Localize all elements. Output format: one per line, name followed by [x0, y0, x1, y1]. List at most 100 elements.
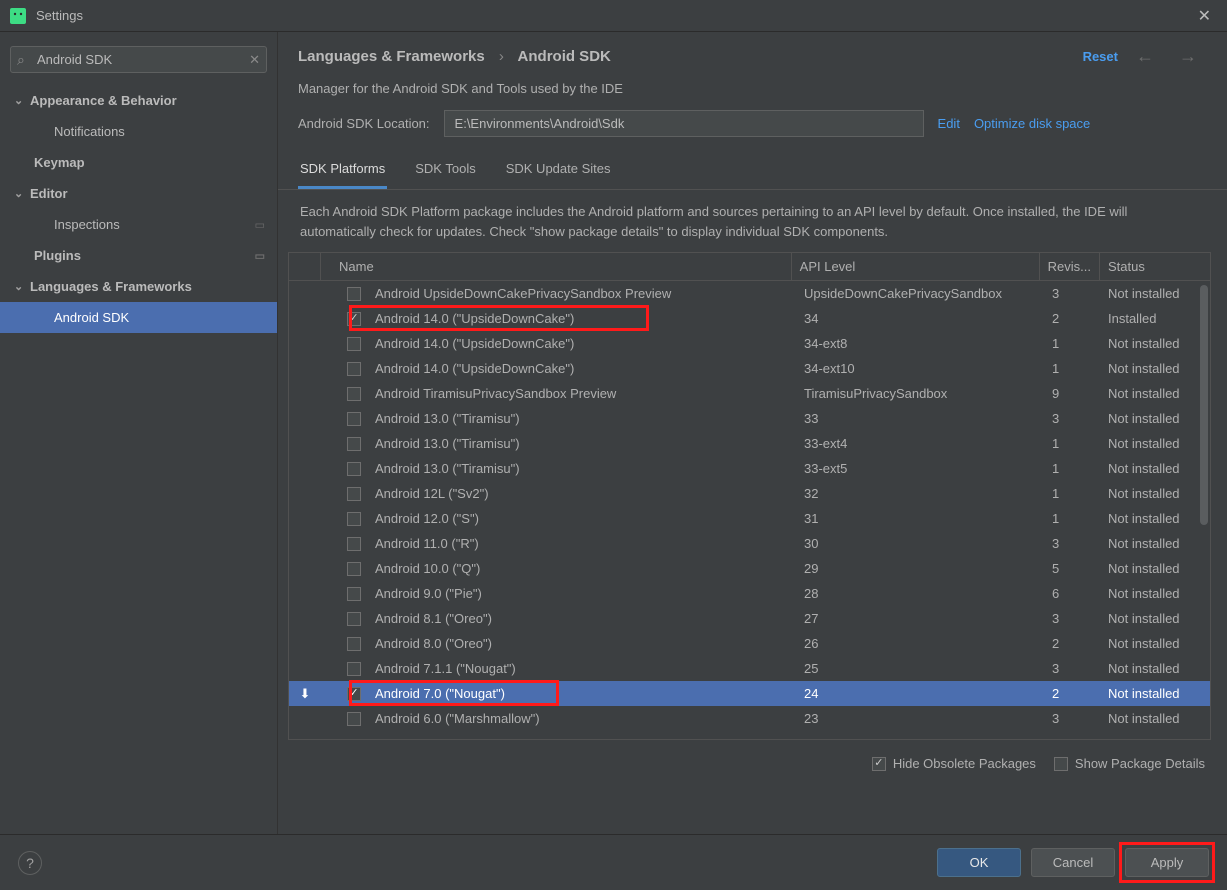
col-status-header[interactable]: Status [1100, 253, 1210, 280]
table-row[interactable]: Android 14.0 ("UpsideDownCake")342Instal… [289, 306, 1210, 331]
row-checkbox[interactable] [347, 687, 361, 701]
row-checkbox[interactable] [347, 712, 361, 726]
nav-arrows[interactable]: ← → [1136, 46, 1207, 67]
row-name: Android 12.0 ("S") [367, 505, 796, 532]
table-row[interactable]: Android 14.0 ("UpsideDownCake")34-ext101… [289, 356, 1210, 381]
table-row[interactable]: Android 12L ("Sv2")321Not installed [289, 481, 1210, 506]
row-checkbox[interactable] [347, 362, 361, 376]
row-rev: 5 [1044, 555, 1100, 582]
ok-button[interactable]: OK [937, 848, 1021, 877]
row-api: 33 [796, 405, 1044, 432]
table-row[interactable]: Android TiramisuPrivacySandbox PreviewTi… [289, 381, 1210, 406]
table-body[interactable]: Android UpsideDownCakePrivacySandbox Pre… [289, 281, 1210, 739]
row-checkbox[interactable] [347, 437, 361, 451]
optimize-link[interactable]: Optimize disk space [974, 116, 1090, 131]
download-icon [289, 338, 321, 350]
row-checkbox[interactable] [347, 662, 361, 676]
row-status: Not installed [1100, 655, 1210, 682]
table-row[interactable]: Android 6.0 ("Marshmallow")233Not instal… [289, 706, 1210, 731]
sidebar-item-2[interactable]: Keymap [0, 147, 277, 178]
edit-location-link[interactable]: Edit [938, 116, 960, 131]
sidebar-item-7[interactable]: Android SDK [0, 302, 277, 333]
table-row[interactable]: Android 12.0 ("S")311Not installed [289, 506, 1210, 531]
row-name: Android 11.0 ("R") [367, 530, 796, 557]
row-api: 29 [796, 555, 1044, 582]
checkbox-icon [1054, 757, 1068, 771]
sidebar-item-4[interactable]: Inspections▭ [0, 209, 277, 240]
row-checkbox[interactable] [347, 637, 361, 651]
cancel-button[interactable]: Cancel [1031, 848, 1115, 877]
tab-1[interactable]: SDK Tools [413, 153, 477, 189]
table-row[interactable]: Android 10.0 ("Q")295Not installed [289, 556, 1210, 581]
row-checkbox[interactable] [347, 462, 361, 476]
pin-icon: ▭ [255, 218, 265, 231]
row-checkbox[interactable] [347, 587, 361, 601]
table-row[interactable]: Android 14.0 ("UpsideDownCake")34-ext81N… [289, 331, 1210, 356]
row-status: Not installed [1100, 605, 1210, 632]
row-api: 32 [796, 480, 1044, 507]
reset-link[interactable]: Reset [1083, 49, 1118, 64]
help-button[interactable]: ? [18, 851, 42, 875]
row-name: Android 10.0 ("Q") [367, 555, 796, 582]
row-checkbox[interactable] [347, 612, 361, 626]
col-name-header[interactable]: Name [321, 253, 792, 280]
row-checkbox[interactable] [347, 412, 361, 426]
search-input[interactable] [10, 46, 267, 73]
sidebar-item-5[interactable]: Plugins▭ [0, 240, 277, 271]
row-checkbox[interactable] [347, 562, 361, 576]
row-checkbox[interactable] [347, 337, 361, 351]
table-row[interactable]: Android 8.0 ("Oreo")262Not installed [289, 631, 1210, 656]
row-status: Not installed [1100, 355, 1210, 382]
tab-0[interactable]: SDK Platforms [298, 153, 387, 189]
hide-obsolete-checkbox[interactable]: Hide Obsolete Packages [872, 756, 1036, 771]
table-row[interactable]: Android 11.0 ("R")303Not installed [289, 531, 1210, 556]
row-checkbox[interactable] [347, 537, 361, 551]
clear-search-icon[interactable]: ✕ [249, 52, 260, 68]
table-row[interactable]: Android 13.0 ("Tiramisu")33-ext41Not ins… [289, 431, 1210, 456]
table-row[interactable]: Android UpsideDownCakePrivacySandbox Pre… [289, 281, 1210, 306]
table-row[interactable]: Android 13.0 ("Tiramisu")333Not installe… [289, 406, 1210, 431]
sidebar-item-1[interactable]: Notifications [0, 116, 277, 147]
col-api-header[interactable]: API Level [792, 253, 1040, 280]
table-row[interactable]: Android 8.1 ("Oreo")273Not installed [289, 606, 1210, 631]
sidebar-item-0[interactable]: ⌄Appearance & Behavior [0, 85, 277, 116]
row-checkbox[interactable] [347, 287, 361, 301]
row-rev: 2 [1044, 305, 1100, 332]
row-status: Not installed [1100, 405, 1210, 432]
close-icon[interactable]: ✕ [1192, 4, 1217, 28]
row-rev: 1 [1044, 455, 1100, 482]
row-checkbox[interactable] [347, 387, 361, 401]
table-row[interactable]: Android 13.0 ("Tiramisu")33-ext51Not ins… [289, 456, 1210, 481]
pin-icon: ▭ [255, 249, 265, 262]
table-row[interactable]: Android 7.1.1 ("Nougat")253Not installed [289, 656, 1210, 681]
row-api: 34 [796, 305, 1044, 332]
tab-2[interactable]: SDK Update Sites [504, 153, 613, 189]
table-row[interactable]: Android 9.0 ("Pie")286Not installed [289, 581, 1210, 606]
sidebar-item-3[interactable]: ⌄Editor [0, 178, 277, 209]
table-row[interactable]: ⬇Android 7.0 ("Nougat")242Not installed [289, 681, 1210, 706]
row-status: Not installed [1100, 705, 1210, 732]
apply-button[interactable]: Apply [1125, 848, 1209, 877]
search-wrap: ⌕ ✕ [10, 46, 267, 73]
row-status: Not installed [1100, 281, 1210, 307]
row-checkbox[interactable] [347, 487, 361, 501]
app-icon [10, 8, 26, 24]
row-status: Not installed [1100, 480, 1210, 507]
show-details-checkbox[interactable]: Show Package Details [1054, 756, 1205, 771]
row-checkbox[interactable] [347, 512, 361, 526]
row-name: Android UpsideDownCakePrivacySandbox Pre… [367, 281, 796, 307]
download-icon [289, 638, 321, 650]
hide-obsolete-label: Hide Obsolete Packages [893, 756, 1036, 771]
tab-description: Each Android SDK Platform package includ… [278, 190, 1227, 252]
row-checkbox[interactable] [347, 312, 361, 326]
sidebar-item-6[interactable]: ⌄Languages & Frameworks [0, 271, 277, 302]
col-rev-header[interactable]: Revis... [1040, 253, 1100, 280]
sdk-location-input[interactable] [444, 110, 924, 137]
row-api: 34-ext10 [796, 355, 1044, 382]
download-icon [289, 438, 321, 450]
row-api: 23 [796, 705, 1044, 732]
chevron-down-icon: ⌄ [14, 280, 30, 293]
row-api: 24 [796, 680, 1044, 707]
row-name: Android 12L ("Sv2") [367, 480, 796, 507]
row-rev: 1 [1044, 430, 1100, 457]
